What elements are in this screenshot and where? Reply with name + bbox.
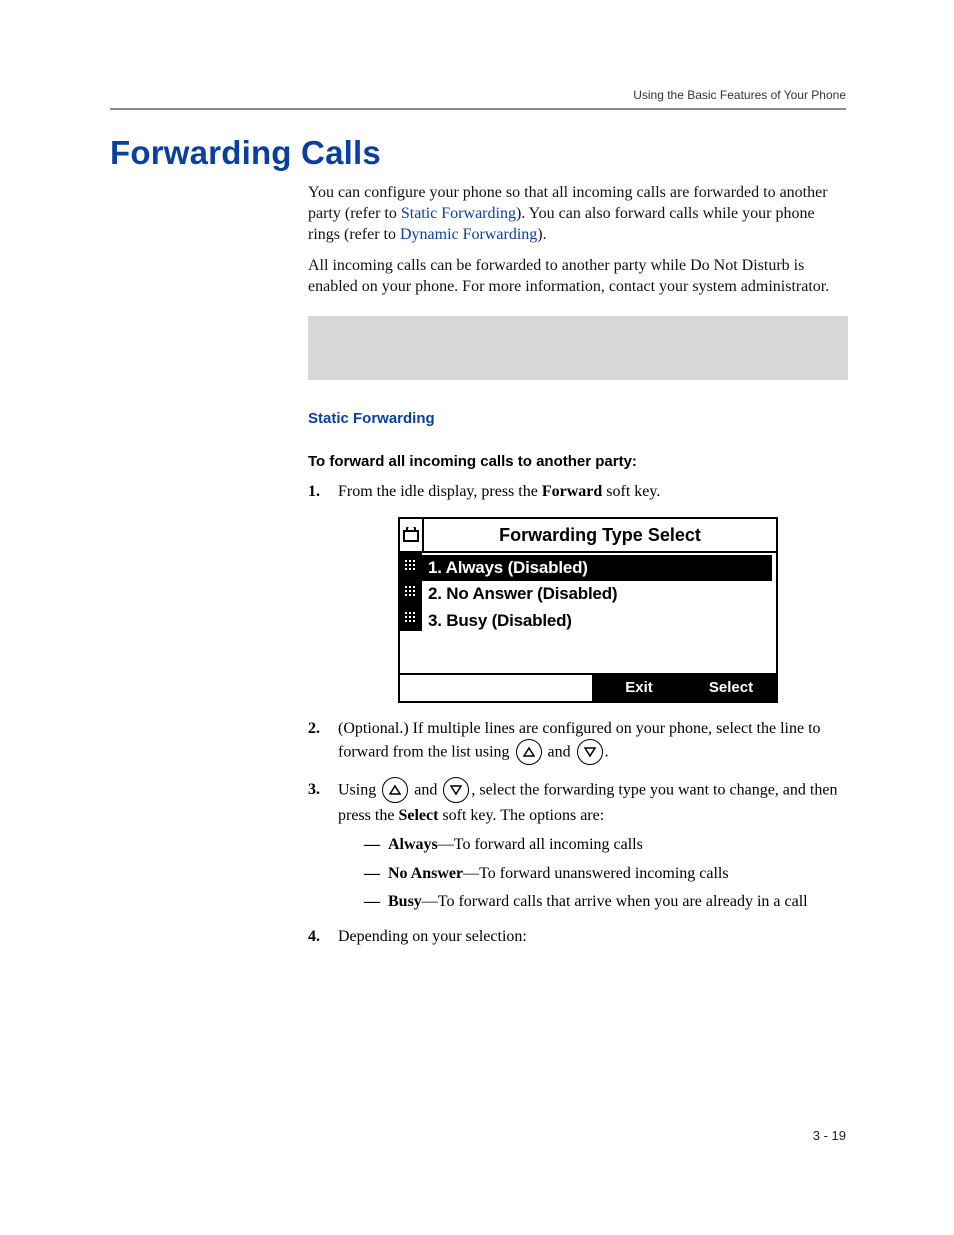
softkey-blank (400, 675, 496, 701)
text: Using (338, 782, 380, 799)
line-icon (400, 579, 422, 605)
lcd-left-icons (400, 553, 422, 673)
option-always: Always—To forward all incoming calls (364, 834, 848, 856)
text: soft key. The options are: (438, 807, 604, 824)
step-1: From the idle display, press the Forward… (308, 480, 848, 703)
page: Using the Basic Features of Your Phone F… (0, 0, 954, 1235)
option-desc: —To forward all incoming calls (438, 836, 643, 853)
body-column: You can configure your phone so that all… (308, 182, 848, 948)
down-arrow-key-icon (443, 777, 469, 803)
lcd-list: 1. Always (Disabled) 2. No Answer (Disab… (422, 553, 776, 673)
page-number: 3 - 19 (813, 1128, 846, 1143)
lcd-option-busy[interactable]: 3. Busy (Disabled) (422, 608, 776, 635)
note-box (308, 316, 848, 380)
text: and (410, 782, 441, 799)
header-rule (110, 108, 846, 110)
lcd-body: 1. Always (Disabled) 2. No Answer (Disab… (400, 553, 776, 675)
lcd-titlebar: Forwarding Type Select (400, 519, 776, 553)
lcd-softkeys: Exit Select (400, 675, 776, 701)
step-4: Depending on your selection: (308, 925, 848, 948)
phone-screen: Forwarding Type Select (398, 517, 848, 703)
text: From the idle display, press the (338, 483, 542, 500)
link-static-forwarding[interactable]: Static Forwarding (401, 205, 516, 222)
line-icon-empty (400, 631, 422, 673)
option-desc: —To forward calls that arrive when you a… (422, 893, 808, 910)
step-2: (Optional.) If multiple lines are config… (308, 717, 848, 766)
softkey-name: Forward (542, 483, 602, 500)
text: . (605, 744, 609, 761)
softkey-exit[interactable]: Exit (592, 675, 684, 701)
softkey-blank (496, 675, 592, 701)
text: ). (537, 226, 546, 243)
option-name: Busy (388, 893, 422, 910)
softkey-name: Select (398, 807, 438, 824)
option-name: Always (388, 836, 438, 853)
text: Depending on your selection: (338, 928, 527, 945)
lcd-option-always[interactable]: 1. Always (Disabled) (422, 555, 772, 582)
softkey-select[interactable]: Select (684, 675, 776, 701)
option-name: No Answer (388, 865, 463, 882)
text: and (544, 744, 575, 761)
link-dynamic-forwarding[interactable]: Dynamic Forwarding (400, 226, 537, 243)
step-3: Using and , select the forwarding type y… (308, 778, 848, 913)
task-heading: To forward all incoming calls to another… (308, 453, 848, 470)
down-arrow-key-icon (577, 739, 603, 765)
option-desc: —To forward unanswered incoming calls (463, 865, 728, 882)
lcd-title: Forwarding Type Select (424, 519, 776, 551)
lcd-status-icon (400, 519, 424, 551)
up-arrow-key-icon (382, 777, 408, 803)
subhead-static-forwarding: Static Forwarding (308, 410, 848, 427)
steps-list: From the idle display, press the Forward… (308, 480, 848, 949)
lcd: Forwarding Type Select (398, 517, 778, 703)
options-list: Always—To forward all incoming calls No … (338, 834, 848, 913)
section-title: Forwarding Calls (110, 134, 846, 172)
option-no-answer: No Answer—To forward unanswered incoming… (364, 863, 848, 885)
intro-paragraph-1: You can configure your phone so that all… (308, 182, 848, 245)
running-header: Using the Basic Features of Your Phone (110, 88, 846, 102)
line-icon (400, 553, 422, 579)
option-busy: Busy—To forward calls that arrive when y… (364, 891, 848, 913)
lcd-option-no-answer[interactable]: 2. No Answer (Disabled) (422, 581, 776, 608)
up-arrow-key-icon (516, 739, 542, 765)
line-icon (400, 605, 422, 631)
text: soft key. (602, 483, 660, 500)
intro-paragraph-2: All incoming calls can be forwarded to a… (308, 255, 848, 297)
